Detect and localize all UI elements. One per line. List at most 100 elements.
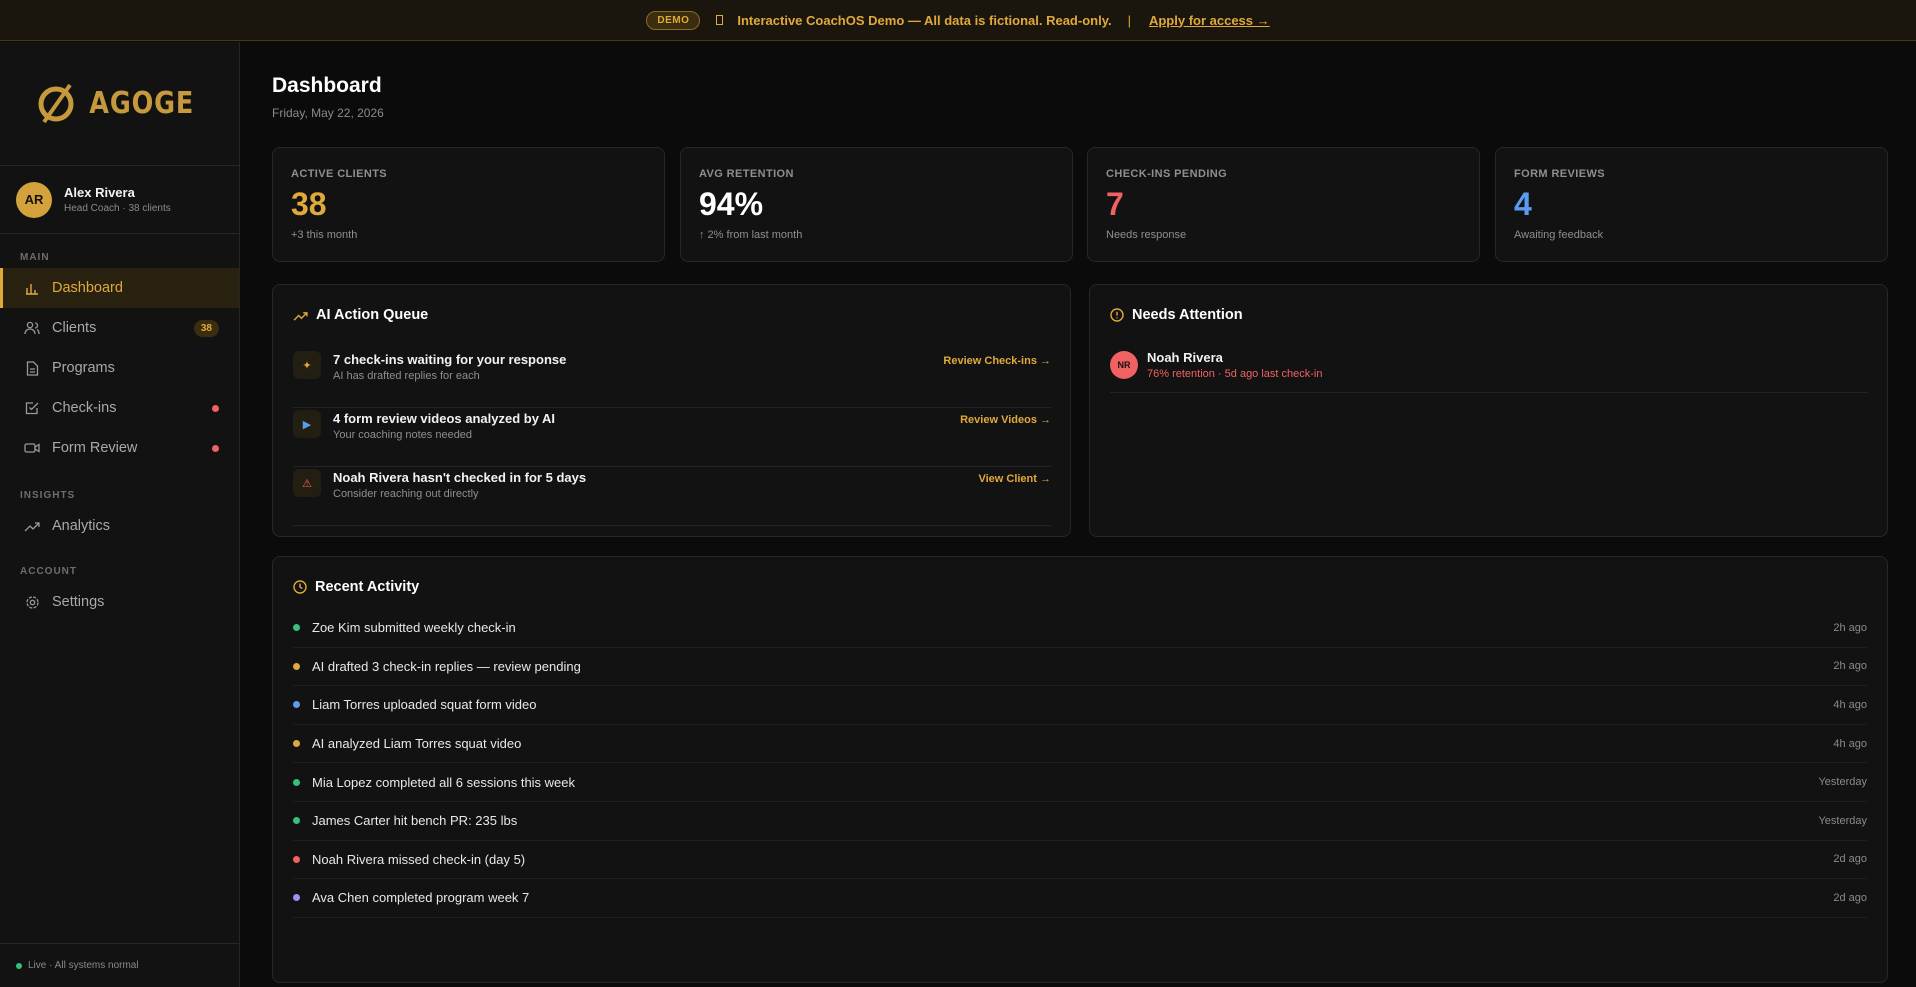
nav-section-account: ACCOUNT bbox=[20, 566, 77, 577]
stat-card-avg-retention: AVG RETENTION 94% ↑ 2% from last month bbox=[680, 147, 1073, 262]
needs-attention-panel: Needs Attention NR Noah Rivera 76% reten… bbox=[1089, 284, 1888, 537]
activity-status-dot bbox=[293, 855, 300, 863]
activity-time: 2h ago bbox=[1833, 660, 1867, 673]
brand-logo[interactable]: AGOGE bbox=[36, 82, 203, 126]
activity-text: Mia Lopez completed all 6 sessions this … bbox=[312, 774, 576, 790]
sparkle-icon: ✦ bbox=[293, 351, 321, 379]
nav-section-insights: INSIGHTS bbox=[20, 490, 76, 501]
activity-row[interactable]: Noah Rivera missed check-in (day 5) 2d ag… bbox=[293, 841, 1867, 880]
activity-text: Noah Rivera missed check-in (day 5) bbox=[312, 851, 526, 867]
needs-attention-header: Needs Attention bbox=[1110, 307, 1243, 323]
logo-emblem-icon bbox=[38, 83, 74, 123]
logo-text: AGOGE bbox=[89, 86, 194, 121]
sidebar-item-label: Clients bbox=[52, 320, 97, 336]
ai-action-queue-header: AI Action Queue bbox=[293, 307, 428, 323]
system-status-text: Live · All systems normal bbox=[28, 960, 139, 971]
users-icon bbox=[24, 320, 40, 336]
ai-action-queue-title: AI Action Queue bbox=[316, 307, 429, 323]
avatar: NR bbox=[1110, 351, 1138, 379]
sidebar-item-clients[interactable]: Clients 38 bbox=[0, 308, 239, 348]
stat-value: 7 bbox=[1106, 186, 1124, 222]
sidebar-item-analytics[interactable]: Analytics bbox=[0, 506, 239, 546]
nav-section-main: MAIN bbox=[20, 252, 50, 263]
review-videos-link[interactable]: Review Videos → bbox=[960, 414, 1051, 426]
activity-row[interactable]: Mia Lopez completed all 6 sessions this … bbox=[293, 763, 1867, 802]
ai-action-queue-panel: AI Action Queue ✦ 7 check-ins waiting fo… bbox=[272, 284, 1071, 537]
sidebar-item-programs[interactable]: Programs bbox=[0, 348, 239, 388]
activity-text: Zoe Kim submitted weekly check-in bbox=[312, 620, 516, 636]
user-profile[interactable]: AR Alex Rivera Head Coach · 38 clients bbox=[0, 166, 239, 234]
stat-sub: ↑ 2% from last month bbox=[699, 229, 803, 241]
activity-time: Yesterday bbox=[1818, 814, 1867, 827]
activity-row[interactable]: Liam Torres uploaded squat form video 4h … bbox=[293, 686, 1867, 725]
activity-time: 2d ago bbox=[1833, 853, 1867, 866]
activity-status-dot bbox=[293, 701, 300, 709]
recent-activity-title: Recent Activity bbox=[315, 579, 420, 595]
stat-value: 4 bbox=[1514, 186, 1532, 222]
queue-item-title: 4 form review videos analyzed by AI bbox=[333, 411, 556, 426]
bar-chart-icon bbox=[24, 280, 40, 296]
stat-label: FORM REVIEWS bbox=[1514, 168, 1605, 180]
trend-icon bbox=[293, 311, 308, 321]
activity-time: 4h ago bbox=[1833, 698, 1867, 711]
document-icon bbox=[24, 360, 40, 376]
activity-row[interactable]: AI analyzed Liam Torres squat video 4h ag… bbox=[293, 725, 1867, 764]
queue-item-subtitle: Consider reaching out directly bbox=[333, 488, 479, 500]
sidebar-item-settings[interactable]: Settings bbox=[0, 582, 239, 622]
activity-time: Yesterday bbox=[1818, 776, 1867, 789]
live-status-dot bbox=[16, 962, 22, 969]
attention-item[interactable]: NR Noah Rivera 76% retention · 5d ago la… bbox=[1110, 349, 1868, 393]
attention-client-status: 76% retention · 5d ago last check-in bbox=[1147, 368, 1323, 380]
demo-banner: DEMO Interactive CoachOS Demo — All data… bbox=[0, 0, 1916, 41]
activity-status-dot bbox=[293, 740, 300, 748]
logo-area: AGOGE bbox=[0, 42, 239, 166]
alert-circle-icon bbox=[1110, 308, 1124, 322]
view-client-link[interactable]: View Client → bbox=[978, 473, 1051, 485]
sidebar-item-label: Form Review bbox=[52, 440, 138, 456]
play-icon: ▶ bbox=[293, 410, 321, 438]
sidebar-item-label: Check-ins bbox=[52, 400, 117, 416]
stat-label: AVG RETENTION bbox=[699, 168, 794, 180]
needs-attention-title: Needs Attention bbox=[1132, 307, 1243, 323]
apply-access-link[interactable]: Apply for access → bbox=[1149, 13, 1270, 28]
activity-status-dot bbox=[293, 624, 300, 632]
activity-status-dot bbox=[293, 817, 300, 825]
clock-icon bbox=[293, 580, 307, 594]
stat-value: 38 bbox=[291, 186, 327, 222]
activity-status-dot bbox=[293, 662, 300, 670]
sidebar-item-label: Programs bbox=[52, 360, 115, 376]
recent-activity-header: Recent Activity bbox=[293, 579, 419, 595]
activity-row[interactable]: Zoe Kim submitted weekly check-in 2h ago bbox=[293, 609, 1867, 648]
activity-row[interactable]: AI drafted 3 check-in replies — review p… bbox=[293, 648, 1867, 687]
trend-icon bbox=[24, 518, 40, 534]
activity-text: James Carter hit bench PR: 235 lbs bbox=[312, 813, 518, 829]
sidebar-item-label: Settings bbox=[52, 594, 105, 610]
queue-item-title: Noah Rivera hasn't checked in for 5 days bbox=[333, 470, 587, 485]
review-check-ins-link[interactable]: Review Check-ins → bbox=[943, 355, 1051, 367]
banner-separator: | bbox=[1127, 12, 1131, 28]
activity-row[interactable]: Ava Chen completed program week 7 2d ago bbox=[293, 879, 1867, 918]
sidebar-item-dashboard[interactable]: Dashboard bbox=[0, 268, 239, 308]
sidebar-item-label: Dashboard bbox=[52, 280, 123, 296]
lock-icon bbox=[716, 15, 724, 25]
sidebar-item-form-review[interactable]: Form Review bbox=[0, 428, 239, 468]
stat-sub: +3 this month bbox=[291, 229, 358, 241]
clients-count-badge: 38 bbox=[193, 319, 219, 337]
queue-item: ▶ 4 form review videos analyzed by AI Yo… bbox=[293, 408, 1051, 467]
activity-text: Ava Chen completed program week 7 bbox=[312, 890, 530, 906]
demo-badge: DEMO bbox=[646, 10, 701, 30]
stat-card-active-clients: ACTIVE CLIENTS 38 +3 this month bbox=[272, 147, 665, 262]
activity-row[interactable]: James Carter hit bench PR: 235 lbs Yester… bbox=[293, 802, 1867, 841]
stat-value: 94% bbox=[699, 186, 764, 222]
activity-text: Liam Torres uploaded squat form video bbox=[312, 697, 537, 713]
sidebar-item-check-ins[interactable]: Check-ins bbox=[0, 388, 239, 428]
page-date: Friday, May 22, 2026 bbox=[272, 106, 384, 120]
video-icon bbox=[24, 440, 40, 456]
attention-client-name: Noah Rivera bbox=[1147, 350, 1223, 365]
stat-sub: Needs response bbox=[1106, 229, 1187, 241]
user-role: Head Coach · 38 clients bbox=[64, 203, 171, 214]
activity-time: 4h ago bbox=[1833, 737, 1867, 750]
activity-status-dot bbox=[293, 778, 300, 786]
queue-item-title: 7 check-ins waiting for your response bbox=[333, 352, 567, 367]
checklist-icon bbox=[24, 400, 40, 416]
